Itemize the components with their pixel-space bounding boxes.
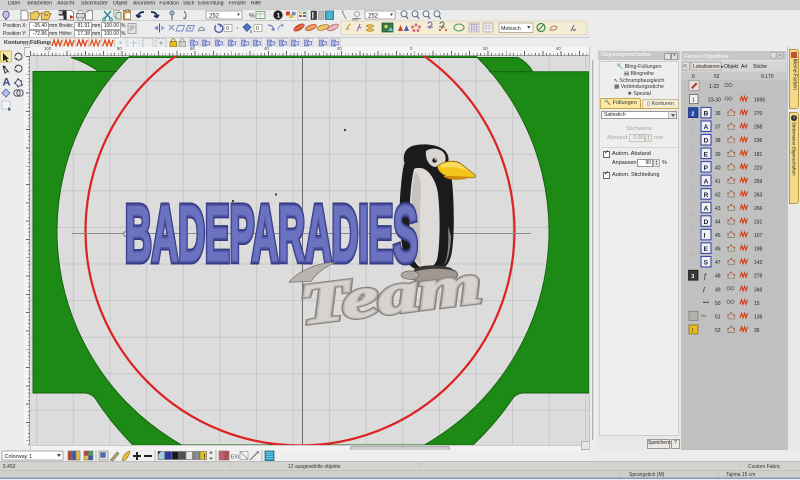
svg-text:⇱: ⇱ bbox=[684, 64, 688, 70]
svg-text:Art: Art bbox=[741, 64, 748, 70]
svg-text:259: 259 bbox=[754, 179, 763, 185]
svg-text:236: 236 bbox=[754, 138, 763, 144]
svg-text:I: I bbox=[704, 233, 706, 240]
svg-text:3: 3 bbox=[691, 274, 694, 280]
svg-text:0: 0 bbox=[226, 26, 229, 32]
svg-text:252: 252 bbox=[209, 13, 220, 19]
svg-text:42: 42 bbox=[715, 192, 721, 198]
svg-text:ƒ: ƒ bbox=[703, 274, 707, 281]
svg-text:Stiche: Stiche bbox=[753, 64, 767, 70]
svg-text:142: 142 bbox=[754, 260, 763, 266]
svg-text:23-30: 23-30 bbox=[708, 98, 721, 104]
svg-text:1: 1 bbox=[692, 98, 695, 104]
svg-text:223: 223 bbox=[754, 165, 763, 171]
svg-text:D: D bbox=[704, 219, 709, 226]
svg-text:51: 51 bbox=[715, 314, 721, 320]
svg-text:!: ! bbox=[204, 455, 206, 461]
svg-text:EXI: EXI bbox=[231, 455, 240, 461]
svg-text:268: 268 bbox=[754, 125, 763, 131]
svg-text:B: B bbox=[704, 111, 709, 118]
svg-text:A: A bbox=[704, 205, 709, 212]
svg-text:Colorway 1: Colorway 1 bbox=[5, 454, 33, 460]
svg-text:52: 52 bbox=[715, 328, 721, 334]
svg-text:E: E bbox=[704, 151, 709, 158]
svg-text:R: R bbox=[704, 192, 709, 199]
svg-text:231: 231 bbox=[754, 220, 763, 226]
svg-text:S: S bbox=[704, 260, 709, 267]
svg-text:50: 50 bbox=[715, 301, 721, 307]
svg-text:15: 15 bbox=[754, 301, 760, 307]
svg-text:52: 52 bbox=[714, 74, 720, 80]
svg-text:263: 263 bbox=[754, 192, 763, 198]
svg-text:36: 36 bbox=[715, 111, 721, 117]
svg-text:6: 6 bbox=[692, 74, 695, 80]
svg-text:Melosch: Melosch bbox=[501, 26, 521, 32]
svg-text:×: × bbox=[779, 53, 782, 59]
svg-text:1: 1 bbox=[277, 12, 281, 19]
svg-text:270: 270 bbox=[754, 111, 763, 117]
svg-text:9.170: 9.170 bbox=[761, 74, 774, 80]
svg-text:0: 0 bbox=[256, 26, 259, 32]
svg-text:36: 36 bbox=[754, 328, 760, 334]
svg-text:2: 2 bbox=[691, 111, 694, 117]
svg-text:41: 41 bbox=[715, 179, 721, 185]
svg-text:198: 198 bbox=[754, 247, 763, 253]
svg-text:A: A bbox=[704, 124, 709, 131]
svg-text:39: 39 bbox=[715, 152, 721, 158]
svg-text:181: 181 bbox=[754, 152, 763, 158]
svg-text:38: 38 bbox=[715, 138, 721, 144]
svg-text:Objekt: Objekt bbox=[724, 64, 739, 70]
svg-text:Farben-Objektliste: Farben-Objektliste bbox=[684, 54, 729, 60]
svg-text:252: 252 bbox=[368, 13, 379, 19]
svg-text:A: A bbox=[704, 178, 709, 185]
svg-text:E: E bbox=[704, 246, 709, 253]
svg-text:47: 47 bbox=[715, 260, 721, 266]
svg-text:1696: 1696 bbox=[754, 98, 765, 104]
svg-text:%: % bbox=[249, 13, 255, 20]
svg-text:D: D bbox=[704, 138, 709, 145]
svg-text:266: 266 bbox=[754, 206, 763, 212]
svg-text:107: 107 bbox=[754, 233, 763, 239]
svg-text:44: 44 bbox=[715, 220, 721, 226]
svg-text:37: 37 bbox=[715, 125, 721, 131]
svg-text:278: 278 bbox=[754, 274, 763, 280]
svg-text:P: P bbox=[704, 165, 709, 172]
svg-text:40: 40 bbox=[715, 165, 721, 171]
svg-text:349: 349 bbox=[754, 287, 763, 293]
svg-text:Lokalisieren ▸: Lokalisieren ▸ bbox=[693, 64, 724, 70]
svg-text:138: 138 bbox=[754, 314, 763, 320]
svg-text:1-22: 1-22 bbox=[709, 84, 719, 90]
svg-text:A: A bbox=[3, 77, 11, 89]
svg-text:45: 45 bbox=[715, 233, 721, 239]
svg-text:49: 49 bbox=[715, 287, 721, 293]
svg-text:43: 43 bbox=[715, 206, 721, 212]
svg-text:46: 46 bbox=[715, 247, 721, 253]
svg-text:48: 48 bbox=[715, 274, 721, 280]
